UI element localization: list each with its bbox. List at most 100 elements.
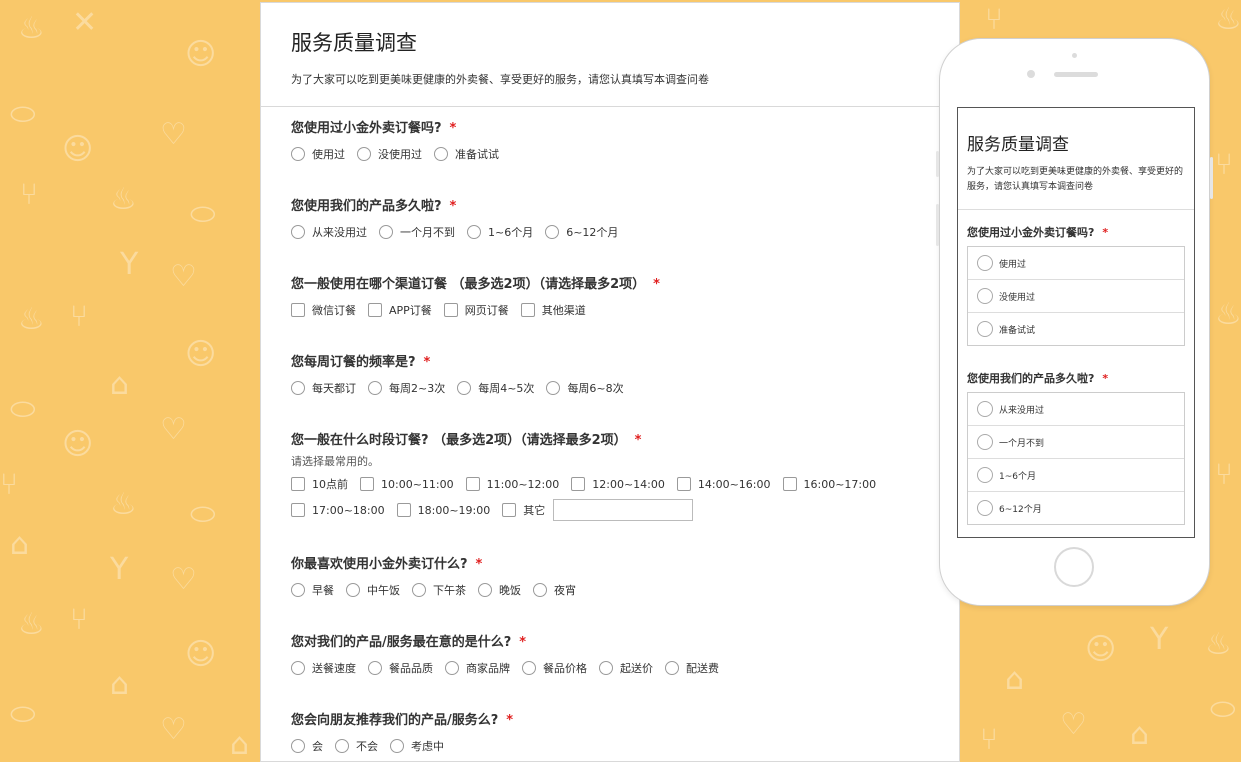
radio-option[interactable]: 准备试试 — [434, 145, 499, 163]
checkbox-option[interactable]: 11:00~12:00 — [465, 475, 559, 493]
phone-sensor — [1072, 53, 1077, 58]
checkbox-option[interactable]: 10点前 — [291, 475, 348, 493]
checkbox-option[interactable]: 网页订餐 — [443, 301, 509, 319]
radio-circle[interactable] — [412, 583, 426, 597]
checkbox[interactable] — [291, 477, 305, 491]
checkbox-option[interactable]: 18:00~19:00 — [396, 501, 490, 519]
radio-circle[interactable] — [457, 381, 472, 395]
checkbox-option[interactable]: 其他渠道 — [520, 301, 586, 319]
radio-circle[interactable] — [368, 661, 382, 675]
phone-radio-option[interactable]: 6~12个月 — [968, 492, 1184, 524]
phone-radio-option[interactable]: 从来没用过 — [968, 393, 1184, 426]
checkbox[interactable] — [465, 477, 480, 491]
radio-option[interactable]: 6~12个月 — [545, 223, 618, 241]
checkbox-option[interactable]: 12:00~14:00 — [571, 475, 665, 493]
checkbox-option[interactable]: 其它 — [502, 501, 545, 519]
radio-circle[interactable] — [665, 661, 679, 675]
radio-option[interactable]: 考虑中 — [390, 737, 444, 755]
radio-circle[interactable] — [977, 288, 993, 304]
radio-circle[interactable] — [445, 661, 459, 675]
radio-circle[interactable] — [291, 661, 305, 675]
radio-option[interactable]: 每周4~5次 — [457, 379, 534, 397]
radio-circle[interactable] — [977, 321, 993, 337]
phone-radio-option[interactable]: 一个月不到 — [968, 426, 1184, 459]
radio-circle[interactable] — [478, 583, 492, 597]
radio-option[interactable]: 会 — [291, 737, 323, 755]
survey-description: 为了大家可以吃到更美味更健康的外卖餐、享受更好的服务，请您认真填写本调查问卷 — [291, 73, 709, 86]
radio-circle[interactable] — [533, 583, 547, 597]
radio-option[interactable]: 配送费 — [665, 659, 719, 677]
radio-circle[interactable] — [291, 147, 305, 161]
radio-option[interactable]: 晚饭 — [478, 581, 521, 599]
radio-option[interactable]: 使用过 — [291, 145, 345, 163]
home-button[interactable] — [1054, 547, 1094, 587]
radio-circle[interactable] — [291, 583, 305, 597]
radio-circle[interactable] — [977, 434, 993, 450]
radio-option[interactable]: 从来没用过 — [291, 223, 367, 241]
radio-option[interactable]: 餐品品质 — [368, 659, 433, 677]
checkbox[interactable] — [571, 477, 586, 491]
checkbox[interactable] — [368, 303, 382, 317]
radio-circle[interactable] — [346, 583, 360, 597]
radio-circle[interactable] — [357, 147, 371, 161]
radio-option[interactable]: 没使用过 — [357, 145, 422, 163]
checkbox[interactable] — [360, 477, 374, 491]
burger-icon: ⬭ — [190, 197, 216, 232]
checkbox-option[interactable]: 10:00~11:00 — [360, 475, 454, 493]
radio-option[interactable]: 每周2~3次 — [368, 379, 445, 397]
checkbox[interactable] — [502, 503, 517, 517]
question-title: 您使用过小金外卖订餐吗? — [967, 226, 1095, 239]
checkbox-option[interactable]: APP订餐 — [368, 301, 432, 319]
radio-circle[interactable] — [291, 739, 305, 753]
radio-option[interactable]: 餐品价格 — [522, 659, 587, 677]
radio-option[interactable]: 商家品牌 — [445, 659, 510, 677]
radio-circle[interactable] — [291, 381, 305, 395]
question-title: 您使用我们的产品多久啦? — [291, 199, 442, 214]
radio-circle[interactable] — [977, 467, 993, 483]
option-label: 准备试试 — [455, 148, 499, 161]
checkbox[interactable] — [291, 503, 305, 517]
chef-hat-icon: ⌂ — [1130, 717, 1150, 752]
radio-option[interactable]: 送餐速度 — [291, 659, 356, 677]
phone-radio-option[interactable]: 准备试试 — [968, 313, 1184, 345]
phone-radio-option[interactable]: 使用过 — [968, 247, 1184, 280]
radio-circle[interactable] — [522, 661, 536, 675]
radio-circle[interactable] — [335, 739, 349, 753]
radio-option[interactable]: 不会 — [335, 737, 378, 755]
checkbox[interactable] — [396, 503, 411, 517]
radio-circle[interactable] — [599, 661, 613, 675]
radio-circle[interactable] — [467, 225, 481, 239]
radio-option[interactable]: 下午茶 — [412, 581, 466, 599]
checkbox-option[interactable]: 17:00~18:00 — [291, 501, 385, 519]
checkbox[interactable] — [782, 477, 797, 491]
checkbox[interactable] — [291, 303, 305, 317]
radio-option[interactable]: 每天都订 — [291, 379, 356, 397]
radio-circle[interactable] — [977, 401, 993, 417]
radio-circle[interactable] — [291, 225, 305, 239]
checkbox-option[interactable]: 14:00~16:00 — [676, 475, 771, 493]
checkbox[interactable] — [520, 303, 535, 317]
radio-circle[interactable] — [368, 381, 382, 395]
radio-circle[interactable] — [379, 225, 393, 239]
phone-radio-option[interactable]: 没使用过 — [968, 280, 1184, 313]
checkbox-option[interactable]: 16:00~17:00 — [782, 475, 876, 493]
fork-icon: ⑂ — [1215, 457, 1233, 492]
radio-option[interactable]: 夜宵 — [533, 581, 576, 599]
radio-circle[interactable] — [977, 500, 993, 516]
checkbox[interactable] — [443, 303, 458, 317]
radio-circle[interactable] — [977, 255, 993, 271]
radio-circle[interactable] — [390, 739, 404, 753]
radio-circle[interactable] — [545, 225, 560, 239]
phone-radio-option[interactable]: 1~6个月 — [968, 459, 1184, 492]
radio-option[interactable]: 一个月不到 — [379, 223, 455, 241]
radio-option[interactable]: 每周6~8次 — [546, 379, 624, 397]
checkbox-option[interactable]: 微信订餐 — [291, 301, 356, 319]
radio-option[interactable]: 早餐 — [291, 581, 334, 599]
radio-option[interactable]: 起送价 — [599, 659, 653, 677]
radio-option[interactable]: 中午饭 — [346, 581, 400, 599]
other-time-input[interactable] — [553, 499, 694, 521]
checkbox[interactable] — [676, 477, 691, 491]
radio-circle[interactable] — [434, 147, 448, 161]
radio-circle[interactable] — [546, 381, 561, 395]
radio-option[interactable]: 1~6个月 — [467, 223, 533, 241]
